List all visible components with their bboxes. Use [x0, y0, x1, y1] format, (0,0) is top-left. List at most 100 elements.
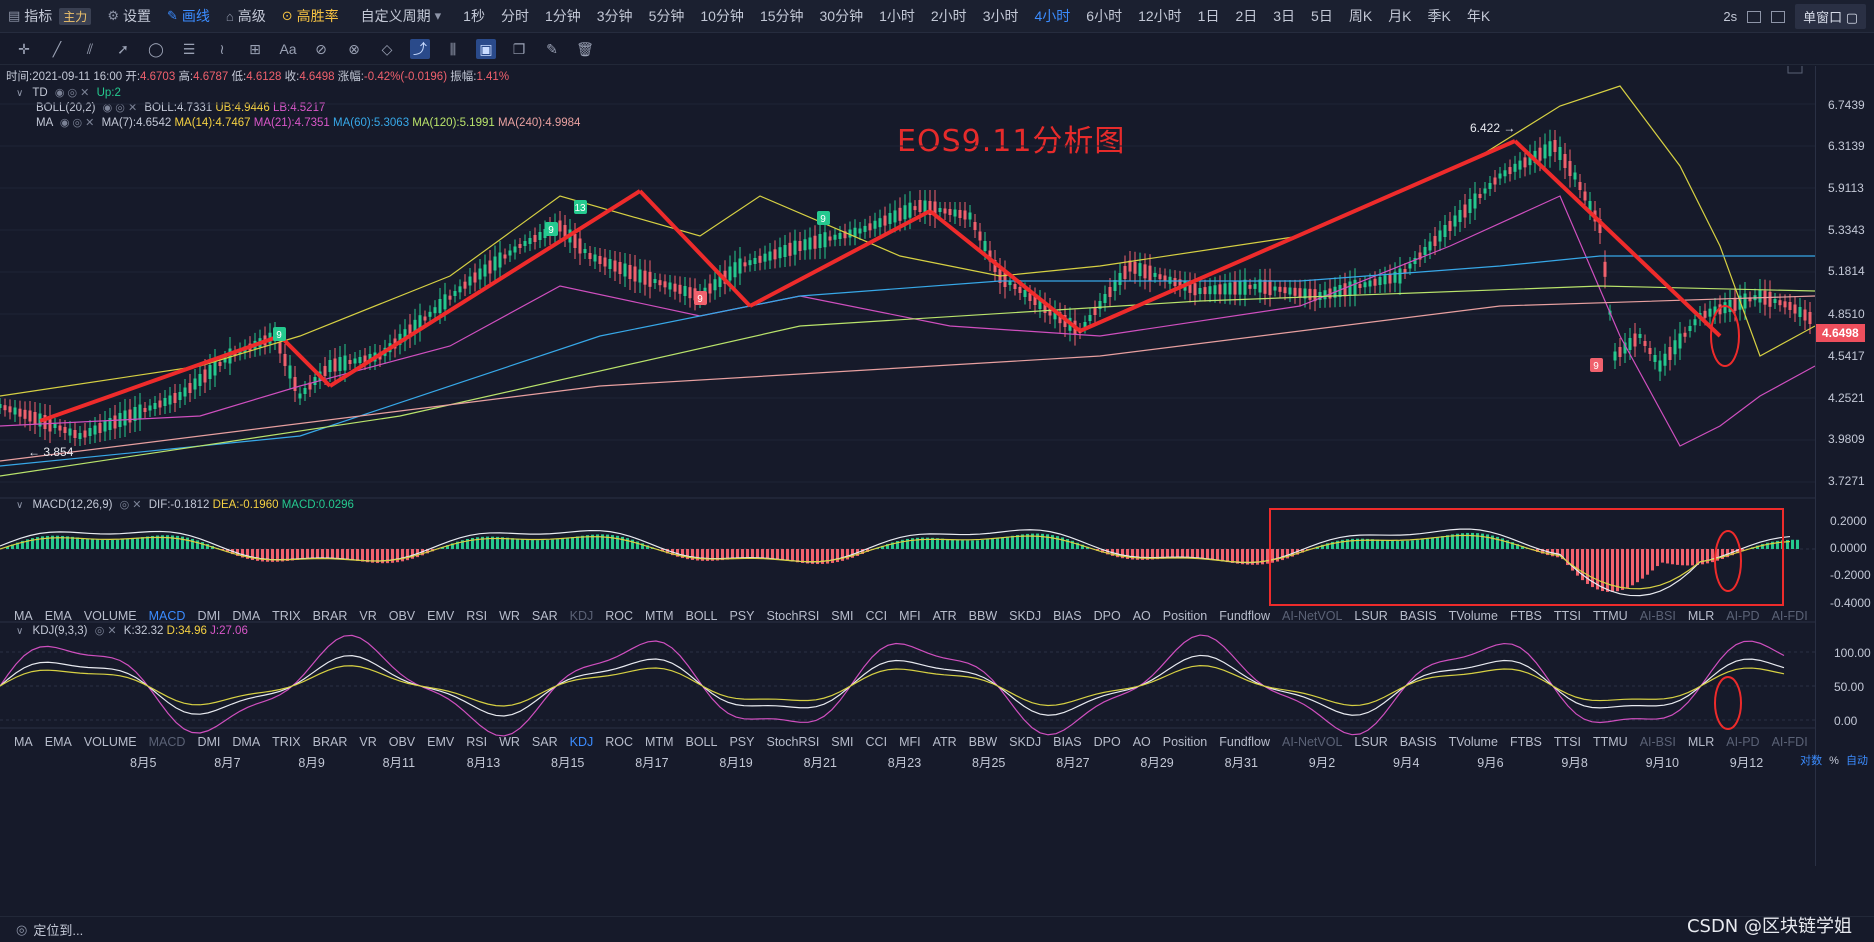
edit-tool-icon[interactable]: ✎ — [542, 39, 562, 59]
period-6[interactable]: 15分钟 — [752, 6, 812, 26]
indicator-tab-macd[interactable]: MACD — [143, 735, 192, 749]
eraser-tool-icon[interactable]: ◇ — [377, 39, 397, 59]
indicator-tab-ai-li[interactable]: AI-LI — [1814, 735, 1815, 749]
indicator-tab-ftbs[interactable]: FTBS — [1504, 735, 1548, 749]
indicator-tab-psy[interactable]: PSY — [723, 735, 760, 749]
period-18[interactable]: 周K — [1341, 6, 1380, 26]
indicator-tab-ma[interactable]: MA — [8, 735, 39, 749]
indicator-tab-ttsi[interactable]: TTSI — [1548, 735, 1587, 749]
ellipse-tool-icon[interactable]: ◯ — [146, 39, 166, 59]
indicator-tab-trix[interactable]: TRIX — [266, 609, 306, 623]
indicator-tab-fundflow[interactable]: Fundflow — [1213, 609, 1276, 623]
indicator-tab-atr[interactable]: ATR — [927, 735, 963, 749]
indicator-tab-brar[interactable]: BRAR — [307, 609, 354, 623]
period-4[interactable]: 5分钟 — [641, 6, 693, 26]
indicator-tab-boll[interactable]: BOLL — [680, 735, 724, 749]
indicator-tab-skdj[interactable]: SKDJ — [1003, 609, 1047, 623]
indicator-tab-macd[interactable]: MACD — [143, 609, 192, 623]
fib-tool-icon[interactable]: ☰ — [179, 39, 199, 59]
indicator-tab-dmi[interactable]: DMI — [191, 609, 226, 623]
indicator-tab-dma[interactable]: DMA — [226, 735, 266, 749]
period-11[interactable]: 4小时 — [1026, 6, 1078, 26]
indicator-tab-ema[interactable]: EMA — [39, 609, 78, 623]
indicator-tab-tvolume[interactable]: TVolume — [1443, 609, 1504, 623]
indicator-tab-ai-bsi[interactable]: AI-BSI — [1634, 609, 1682, 623]
indicator-tab-brar[interactable]: BRAR — [307, 735, 354, 749]
indicator-tab-obv[interactable]: OBV — [383, 609, 421, 623]
indicator-tab-volume[interactable]: VOLUME — [78, 735, 143, 749]
advanced-button[interactable]: ⌂ 高级 — [218, 0, 274, 32]
custom-period-dropdown[interactable]: 自定义周期 ▾ — [353, 0, 450, 32]
auto-scale-toggle[interactable]: 自动 — [1846, 755, 1868, 767]
period-17[interactable]: 5日 — [1303, 6, 1341, 26]
indicator-tab-emv[interactable]: EMV — [421, 609, 460, 623]
fullscreen-icon[interactable] — [1771, 10, 1786, 23]
indicator-tab-ai-fdi[interactable]: AI-FDI — [1766, 609, 1814, 623]
settings-button[interactable]: ⚙ 设置 — [99, 0, 159, 32]
refresh-interval[interactable]: 2s — [1723, 9, 1737, 24]
collapse-icon[interactable]: ∨ — [16, 500, 23, 511]
draw-button[interactable]: ✎ 画线 — [159, 0, 218, 32]
indicator-tab-ai-bsi[interactable]: AI-BSI — [1634, 735, 1682, 749]
indicator-tab-ema[interactable]: EMA — [39, 735, 78, 749]
arrow-tool-icon[interactable]: ➚ — [113, 39, 133, 59]
indicator-tab-mlr[interactable]: MLR — [1682, 609, 1720, 623]
locate-button[interactable]: 定位到... — [33, 920, 83, 939]
indicator-tab-dpo[interactable]: DPO — [1088, 609, 1127, 623]
window-icon[interactable] — [1747, 10, 1762, 23]
wave-tool-icon[interactable]: ≀ — [212, 39, 232, 59]
copy-tool-icon[interactable]: ❐ — [509, 39, 529, 59]
indicator-tab-kdj[interactable]: KDJ — [564, 609, 600, 623]
log-scale-toggle[interactable]: 对数 — [1800, 755, 1822, 767]
settings-icon[interactable]: ◎ ✕ — [120, 499, 142, 511]
period-15[interactable]: 2日 — [1227, 6, 1265, 26]
measure-tool-icon[interactable]: ⊞ — [245, 39, 265, 59]
lock-tool-icon[interactable]: ⊗ — [344, 39, 364, 59]
period-10[interactable]: 3小时 — [975, 6, 1027, 26]
indicator-tab-cci[interactable]: CCI — [860, 609, 894, 623]
indicator-tab-volume[interactable]: VOLUME — [78, 609, 143, 623]
indicator-tab-dpo[interactable]: DPO — [1088, 735, 1127, 749]
indicator-tab-ai-pd[interactable]: AI-PD — [1720, 609, 1765, 623]
line-tool-icon[interactable]: ╱ — [47, 39, 67, 59]
indicator-tab-rsi[interactable]: RSI — [460, 735, 493, 749]
indicator-tab-cci[interactable]: CCI — [860, 735, 894, 749]
indicator-tab-roc[interactable]: ROC — [599, 609, 639, 623]
period-14[interactable]: 1日 — [1190, 6, 1228, 26]
single-window-button[interactable]: 单窗口 ▢ — [1795, 4, 1866, 29]
indicator-tab-ai-li[interactable]: AI-LI — [1814, 609, 1815, 623]
indicator-tab-wr[interactable]: WR — [493, 735, 526, 749]
period-19[interactable]: 月K — [1380, 6, 1419, 26]
indicator-tab-trix[interactable]: TRIX — [266, 735, 306, 749]
indicator-tab-tvolume[interactable]: TVolume — [1443, 735, 1504, 749]
candle-tool-icon[interactable]: ⫼ — [443, 39, 463, 59]
text-tool-icon[interactable]: Aa — [278, 39, 298, 59]
indicator-tab-ao[interactable]: AO — [1127, 735, 1157, 749]
indicator-tab-ttmu[interactable]: TTMU — [1587, 609, 1634, 623]
indicator-tab-stochrsi[interactable]: StochRSI — [760, 735, 825, 749]
indicator-tab-basis[interactable]: BASIS — [1394, 735, 1443, 749]
indicator-tab-roc[interactable]: ROC — [599, 735, 639, 749]
indicator-tab-bias[interactable]: BIAS — [1047, 735, 1088, 749]
indicator-tab-bbw[interactable]: BBW — [963, 735, 1003, 749]
indicator-tab-rsi[interactable]: RSI — [460, 609, 493, 623]
period-12[interactable]: 6小时 — [1078, 6, 1130, 26]
indicator-tab-lsur[interactable]: LSUR — [1348, 735, 1393, 749]
indicator-tab-sar[interactable]: SAR — [526, 609, 564, 623]
period-20[interactable]: 季K — [1420, 6, 1459, 26]
indicator-tab-ai-pd[interactable]: AI-PD — [1720, 735, 1765, 749]
settings-icon[interactable]: ◎ ✕ — [95, 625, 117, 637]
period-16[interactable]: 3日 — [1265, 6, 1303, 26]
percent-toggle[interactable]: % — [1829, 755, 1839, 767]
period-1[interactable]: 分时 — [493, 6, 537, 26]
indicator-tab-ftbs[interactable]: FTBS — [1504, 609, 1548, 623]
period-13[interactable]: 12小时 — [1130, 6, 1190, 26]
indicator-tab-vr[interactable]: VR — [353, 735, 382, 749]
indicator-tab-obv[interactable]: OBV — [383, 735, 421, 749]
indicator-tab-position[interactable]: Position — [1157, 609, 1213, 623]
chart-area[interactable]: 时间:2021-09-11 16:00 开:4.6703 高:4.6787 低:… — [0, 66, 1874, 942]
indicator-tab-smi[interactable]: SMI — [825, 609, 859, 623]
indicator-tab-atr[interactable]: ATR — [927, 609, 963, 623]
indicator-tab-boll[interactable]: BOLL — [680, 609, 724, 623]
indicator-tab-ma[interactable]: MA — [8, 609, 39, 623]
